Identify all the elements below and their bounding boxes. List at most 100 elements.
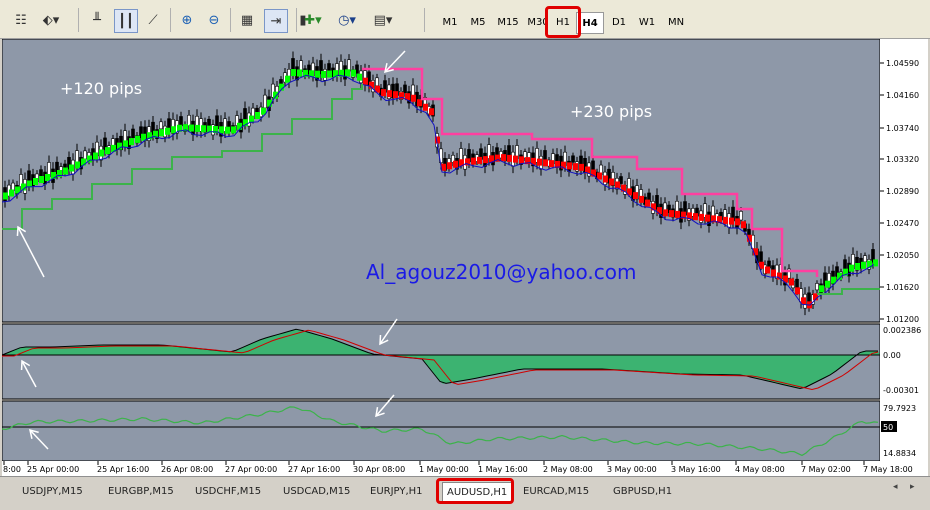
ribbon-block — [579, 163, 584, 171]
price-tick-label: 1.03740 — [886, 124, 919, 133]
tab-usdcad[interactable]: USDCAD,M15 — [283, 482, 350, 500]
h1-highlight-box — [545, 6, 581, 38]
ribbon-block — [255, 112, 260, 119]
ribbon-block — [633, 192, 638, 200]
ribbon-block — [99, 149, 104, 157]
time-tick-label: 27 Apr 16:00 — [288, 465, 340, 474]
time-tick-label: 26 Apr 08:00 — [161, 465, 213, 474]
ribbon-block — [165, 127, 170, 135]
toolbar-separator — [230, 8, 231, 32]
tf-w1[interactable]: W1 — [633, 12, 661, 32]
ribbon-block — [69, 164, 74, 172]
ribbon-block — [693, 213, 698, 221]
ribbon-block — [699, 213, 704, 221]
tab-eurjpy[interactable]: EURJPY,H1 — [370, 482, 423, 500]
ribbon-block — [363, 77, 368, 85]
candle-body — [327, 63, 331, 72]
ribbon-block — [519, 156, 524, 164]
time-tick-label: 25 Apr 16:00 — [97, 465, 149, 474]
ribbon-block — [765, 266, 770, 274]
candle-body — [843, 259, 847, 271]
ribbon-block — [315, 70, 320, 78]
ribbon-block — [861, 261, 866, 269]
ribbon-block — [171, 126, 176, 134]
ribbon-block — [549, 160, 554, 168]
tab-gbpusd[interactable]: GBPUSD,H1 — [613, 482, 672, 500]
osc1-tick-label: -0.00301 — [883, 386, 919, 395]
toolbar-separator — [424, 8, 425, 32]
shapes-icon[interactable]: ⬖▾ — [40, 9, 62, 31]
ribbon-block — [597, 172, 602, 180]
ribbon-block — [513, 155, 518, 163]
tf-m15[interactable]: M15 — [492, 12, 524, 32]
price-tick-label: 1.04160 — [886, 91, 919, 100]
ribbon-block — [477, 156, 482, 164]
ribbon-block — [297, 69, 302, 77]
ribbon-block — [249, 115, 254, 123]
ribbon-block — [447, 162, 452, 170]
scroll-right-icon[interactable]: ▸ — [910, 482, 915, 492]
ribbon-block — [471, 157, 476, 165]
tf-m1[interactable]: M1 — [436, 12, 464, 32]
ribbon-block — [873, 259, 878, 267]
ribbon-block — [705, 214, 710, 222]
candle-body — [83, 150, 87, 160]
price-tick-label: 1.01620 — [886, 283, 919, 292]
osc1-tick-label: 0.002386 — [883, 326, 921, 335]
price-chart[interactable]: 1.04590 1.04160 1.03740 1.03320 1.02890 1.024… — [2, 39, 928, 476]
ribbon-block — [351, 69, 356, 77]
ribbon-block — [411, 94, 416, 102]
ribbon-block — [537, 158, 542, 166]
ribbon-block — [201, 125, 206, 133]
ribbon-block — [327, 70, 332, 78]
autoscroll-icon[interactable]: ⇥ — [264, 9, 288, 33]
candle-body — [347, 59, 351, 72]
candle-body — [207, 118, 211, 126]
tf-m5[interactable]: M5 — [464, 12, 492, 32]
toolbar-separator — [296, 8, 297, 32]
zoom-in-icon[interactable]: ⊕ — [176, 9, 198, 31]
time-tick-label: 4 May 08:00 — [735, 465, 785, 474]
tf-mn[interactable]: MN — [661, 12, 691, 32]
ribbon-block — [381, 89, 386, 97]
ribbon-block — [231, 126, 236, 134]
tab-usdchf[interactable]: USDCHF,M15 — [195, 482, 261, 500]
oscillator-panel-2 — [2, 400, 881, 462]
ribbon-block — [105, 147, 110, 155]
ribbon-block — [9, 189, 14, 197]
ribbon-block — [855, 263, 860, 270]
ribbon-block — [501, 154, 506, 162]
line-chart-icon[interactable]: ⟋ — [142, 9, 164, 31]
clock-icon[interactable]: ◷▾ — [336, 9, 358, 31]
period-icon[interactable]: ☷ — [10, 9, 32, 31]
candle-body — [571, 155, 575, 163]
add-indicator-icon[interactable]: ✚▾ — [302, 9, 324, 31]
tab-eurcad[interactable]: EURCAD,M15 — [523, 482, 589, 500]
time-tick-label: 3 May 00:00 — [607, 465, 657, 474]
scroll-left-icon[interactable]: ◂ — [893, 482, 898, 492]
zoom-out-icon[interactable]: ⊖ — [203, 9, 225, 31]
toolbar-separator — [170, 8, 171, 32]
time-tick-label: 30 Apr 08:00 — [353, 465, 405, 474]
osc1-tick-label: 0.00 — [883, 351, 901, 360]
candle-body — [159, 121, 163, 130]
ribbon-block — [123, 140, 128, 148]
ribbon-block — [789, 278, 794, 286]
ribbon-block — [423, 103, 428, 111]
ribbon-block — [573, 163, 578, 171]
toolbar: ☷ ⬖▾ ╨ ┃┃ ⟋ ⊕ ⊖ ▦ ⇥ ▮ ✚▾ ◷▾ ▤▾ M1 M5 M15… — [0, 0, 930, 39]
tf-d1[interactable]: D1 — [605, 12, 633, 32]
ribbon-block — [195, 124, 200, 132]
tile-icon[interactable]: ▦ — [236, 9, 258, 31]
candlestick-icon[interactable]: ┃┃ — [114, 9, 138, 33]
bar-chart-icon[interactable]: ╨ — [86, 9, 108, 31]
ribbon-block — [63, 167, 68, 175]
template-icon[interactable]: ▤▾ — [372, 9, 394, 31]
time-tick-label: 7 May 02:00 — [801, 465, 851, 474]
price-tick-label: 1.02890 — [886, 187, 919, 196]
ribbon-block — [345, 69, 350, 77]
tab-usdjpy[interactable]: USDJPY,M15 — [22, 482, 83, 500]
tab-eurgbp[interactable]: EURGBP,M15 — [108, 482, 174, 500]
ribbon-block — [819, 285, 824, 293]
candle-body — [179, 116, 183, 127]
